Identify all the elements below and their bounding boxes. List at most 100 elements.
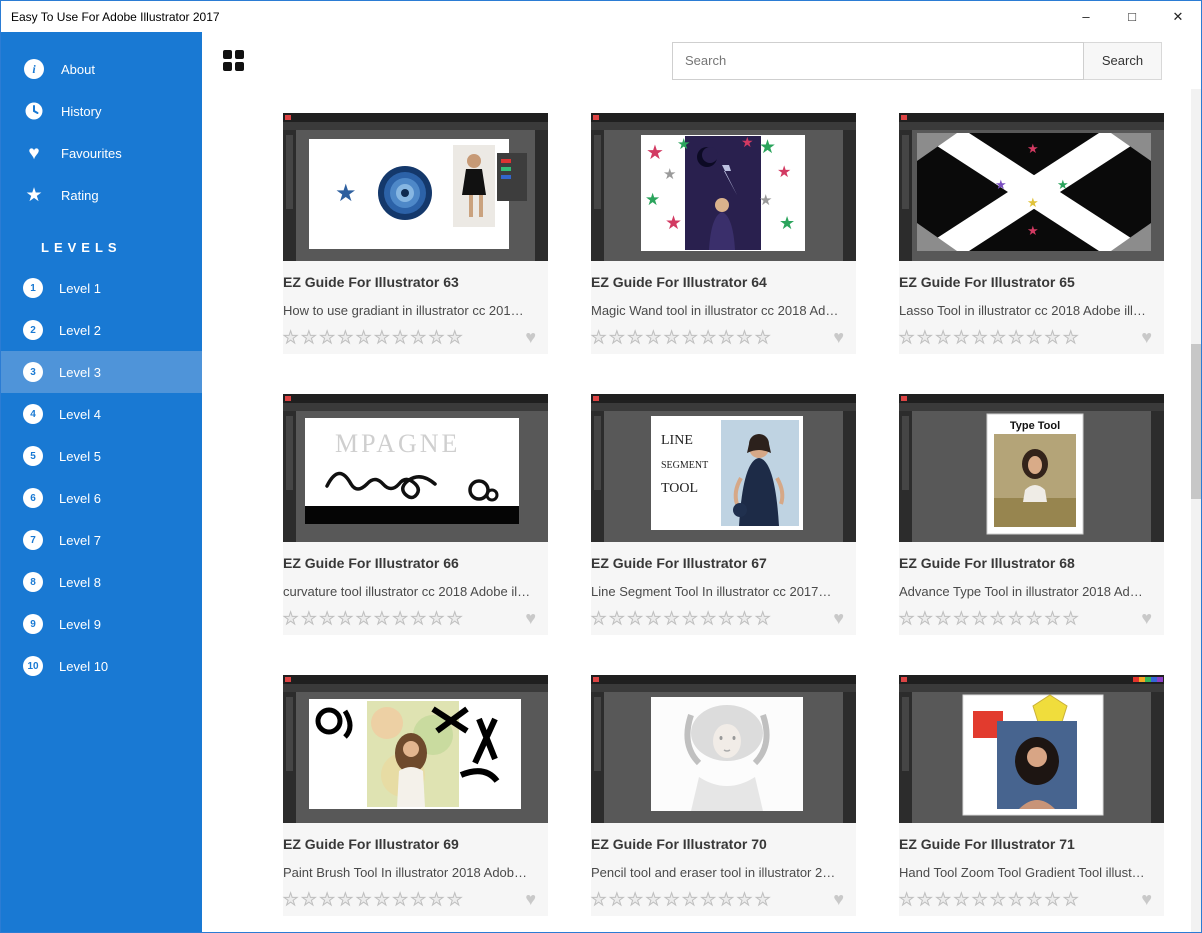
card-thumbnail[interactable]: ★ ★ ★ ★ ★ [899, 113, 1164, 261]
card-thumbnail[interactable]: ★ ★ ★ ★ ★ ★ ★ ★ ★ ★ [591, 113, 856, 261]
window-controls: – □ ✕ [1063, 1, 1201, 32]
card-thumbnail[interactable]: ★ [283, 113, 548, 261]
sidebar-item-label: Level 10 [59, 658, 109, 674]
maximize-button[interactable]: □ [1109, 1, 1155, 32]
search-input[interactable] [672, 41, 1084, 80]
sidebar-item-label: About [61, 61, 95, 77]
card-description: Magic Wand tool in illustrator cc 2018 A… [591, 303, 839, 318]
card-title: EZ Guide For Illustrator 69 [283, 836, 459, 852]
heart-icon: ♥ [28, 142, 40, 164]
guide-card[interactable]: ★ ★ ★ ★ ★ EZ Guide For Illustrator 65 La… [898, 113, 1164, 354]
sidebar-item-label: History [61, 103, 102, 119]
guide-card[interactable]: EZ Guide For Illustrator 70 Pencil tool … [590, 675, 856, 916]
svg-text:SEGMENT: SEGMENT [661, 460, 708, 471]
svg-text:★: ★ [663, 166, 676, 183]
search-button[interactable]: Search [1084, 41, 1162, 80]
card-description: Hand Tool Zoom Tool Gradient Tool illust… [899, 865, 1145, 880]
rating-stars[interactable]: ★★★★★★★★★★ [590, 609, 773, 627]
window-title: Easy To Use For Adobe Illustrator 2017 [11, 9, 220, 24]
svg-text:★: ★ [995, 177, 1007, 192]
sidebar-item-level-1[interactable]: 1 Level 1 [1, 267, 202, 309]
close-button[interactable]: ✕ [1155, 1, 1201, 32]
card-thumbnail[interactable] [899, 675, 1164, 823]
illustrator-thumbnail-image [283, 675, 548, 823]
sidebar-item-level-7[interactable]: 7 Level 7 [1, 519, 202, 561]
sidebar-item-label: Level 7 [59, 532, 101, 548]
svg-text:★: ★ [1027, 195, 1039, 210]
scrollbar-thumb[interactable] [1191, 344, 1201, 499]
app-window: Easy To Use For Adobe Illustrator 2017 –… [0, 0, 1202, 933]
guide-card[interactable]: ★ EZ Guide For Illustrator 63 How to use… [282, 113, 548, 354]
rating-stars[interactable]: ★★★★★★★★★★ [898, 609, 1081, 627]
rating-stars[interactable]: ★★★★★★★★★★ [590, 328, 773, 346]
favourite-heart-icon[interactable]: ♥ [1141, 328, 1152, 346]
sidebar-item-level-3[interactable]: 3 Level 3 [1, 351, 202, 393]
card-description: Pencil tool and eraser tool in illustrat… [591, 865, 836, 880]
sidebar-item-about[interactable]: i About [1, 48, 202, 90]
card-thumbnail[interactable]: Type Tool [899, 394, 1164, 542]
guide-card[interactable]: MPAGNE EZ Guide For Illustrator 66 curva… [282, 394, 548, 635]
sidebar-item-label: Level 8 [59, 574, 101, 590]
history-icon [23, 100, 45, 122]
grid-view-icon[interactable] [223, 49, 245, 72]
favourite-heart-icon[interactable]: ♥ [833, 328, 844, 346]
minimize-button[interactable]: – [1063, 1, 1109, 32]
favourite-heart-icon[interactable]: ♥ [525, 609, 536, 627]
sidebar-item-level-10[interactable]: 10 Level 10 [1, 645, 202, 687]
card-title: EZ Guide For Illustrator 67 [591, 555, 767, 571]
card-description: Lasso Tool in illustrator cc 2018 Adobe … [899, 303, 1146, 318]
favourite-heart-icon[interactable]: ♥ [525, 890, 536, 908]
guide-card[interactable]: Type Tool EZ Guide For Illustrator 68 Ad… [898, 394, 1164, 635]
search-area: Search [672, 41, 1162, 80]
card-title: EZ Guide For Illustrator 70 [591, 836, 767, 852]
card-thumbnail[interactable]: MPAGNE [283, 394, 548, 542]
sidebar-item-level-2[interactable]: 2 Level 2 [1, 309, 202, 351]
guide-card[interactable]: EZ Guide For Illustrator 71 Hand Tool Zo… [898, 675, 1164, 916]
favourite-heart-icon[interactable]: ♥ [1141, 609, 1152, 627]
rating-stars[interactable]: ★★★★★★★★★★ [898, 890, 1081, 908]
sidebar-item-history[interactable]: History [1, 90, 202, 132]
level-number-badge: 8 [23, 572, 43, 592]
sidebar-item-favourites[interactable]: ♥ Favourites [1, 132, 202, 174]
svg-text:★: ★ [759, 192, 772, 209]
svg-text:Type Tool: Type Tool [1010, 420, 1060, 432]
card-thumbnail[interactable] [283, 675, 548, 823]
card-thumbnail[interactable] [591, 675, 856, 823]
card-title: EZ Guide For Illustrator 71 [899, 836, 1075, 852]
sidebar-item-level-6[interactable]: 6 Level 6 [1, 477, 202, 519]
rating-stars[interactable]: ★★★★★★★★★★ [282, 890, 465, 908]
sidebar-item-level-8[interactable]: 8 Level 8 [1, 561, 202, 603]
sidebar-item-level-5[interactable]: 5 Level 5 [1, 435, 202, 477]
card-thumbnail[interactable]: LINE SEGMENT TOOL [591, 394, 856, 542]
sidebar-item-level-4[interactable]: 4 Level 4 [1, 393, 202, 435]
rating-stars[interactable]: ★★★★★★★★★★ [282, 609, 465, 627]
level-number-badge: 9 [23, 614, 43, 634]
rating-stars[interactable]: ★★★★★★★★★★ [898, 328, 1081, 346]
illustrator-thumbnail-image: Type Tool [899, 394, 1164, 542]
level-number-badge: 5 [23, 446, 43, 466]
svg-text:★: ★ [741, 134, 754, 150]
favourite-heart-icon[interactable]: ♥ [1141, 890, 1152, 908]
svg-text:★: ★ [759, 137, 776, 158]
guide-card[interactable]: LINE SEGMENT TOOL EZ Guide For Illustrat… [590, 394, 856, 635]
favourite-heart-icon[interactable]: ♥ [833, 890, 844, 908]
card-description: How to use gradiant in illustrator cc 20… [283, 303, 524, 318]
scrollbar-track[interactable] [1191, 89, 1201, 932]
illustrator-thumbnail-image: ★ [283, 113, 548, 261]
svg-text:MPAGNE: MPAGNE [335, 429, 460, 458]
svg-text:★: ★ [779, 213, 795, 233]
sidebar-item-rating[interactable]: ★ Rating [1, 174, 202, 216]
illustrator-thumbnail-image: LINE SEGMENT TOOL [591, 394, 856, 542]
rating-stars[interactable]: ★★★★★★★★★★ [282, 328, 465, 346]
favourite-heart-icon[interactable]: ♥ [525, 328, 536, 346]
guide-card[interactable]: EZ Guide For Illustrator 69 Paint Brush … [282, 675, 548, 916]
sidebar-item-label: Level 9 [59, 616, 101, 632]
svg-text:★: ★ [665, 213, 682, 234]
sidebar-item-label: Level 2 [59, 322, 101, 338]
sidebar-item-level-9[interactable]: 9 Level 9 [1, 603, 202, 645]
rating-stars[interactable]: ★★★★★★★★★★ [590, 890, 773, 908]
card-title: EZ Guide For Illustrator 68 [899, 555, 1075, 571]
guide-card[interactable]: ★ ★ ★ ★ ★ ★ ★ ★ ★ ★ EZ Guide For Illustr… [590, 113, 856, 354]
favourite-heart-icon[interactable]: ♥ [833, 609, 844, 627]
content-area: ★ EZ Guide For Illustrator 63 How to use… [202, 89, 1201, 932]
